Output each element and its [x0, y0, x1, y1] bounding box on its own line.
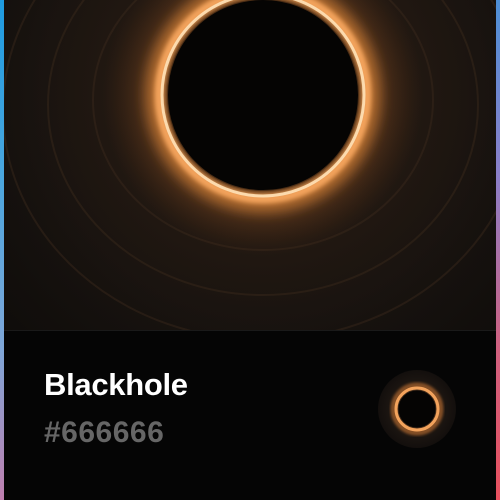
blackhole-thumbnail-icon	[378, 370, 456, 448]
right-gradient-edge	[496, 0, 500, 500]
blackhole-illustration	[4, 0, 496, 330]
color-card[interactable]: Blackhole #666666	[4, 0, 496, 500]
left-gradient-edge	[0, 0, 4, 500]
color-name: Blackhole	[44, 367, 188, 402]
card-info-panel: Blackhole #666666	[4, 330, 496, 500]
color-hex-code[interactable]: #666666	[44, 416, 164, 450]
blackhole-image	[4, 0, 496, 330]
